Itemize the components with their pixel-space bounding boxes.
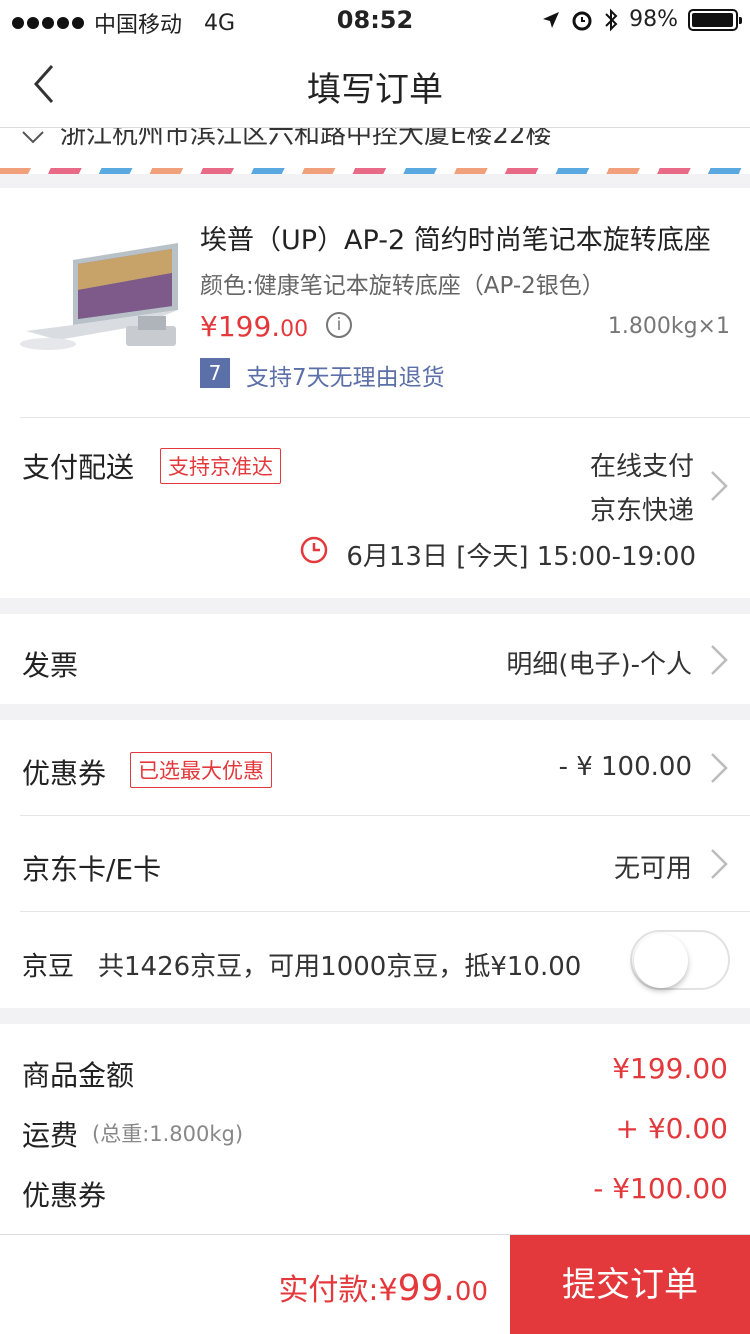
return-badge-icon: 7	[200, 358, 230, 388]
page-title: 填写订单	[307, 70, 443, 110]
divider	[20, 815, 750, 816]
order-item-card: 埃普（UP）AP-2 简约时尚笔记本旋转底座 颜色:健康笔记本旋转底座（AP-2…	[0, 188, 750, 598]
airmail-border	[0, 168, 750, 174]
nav-bar: 填写订单	[0, 40, 750, 128]
product-price: ¥199.00	[200, 310, 308, 343]
toggle-knob	[634, 934, 688, 988]
invoice-value: 明细(电子)-个人	[506, 650, 692, 680]
status-bar: 中国移动 4G 08:52 98%	[0, 0, 750, 40]
product-weight-qty: 1.800kg×1	[607, 314, 730, 339]
battery-icon	[688, 8, 742, 31]
delivery-time: 6月13日 [今天] 15:00-19:00	[346, 542, 696, 572]
discounts-card: 优惠券 已选最大优惠 - ¥ 100.00 京东卡/E卡 无可用 京豆 共142…	[0, 720, 750, 1008]
chevron-right-icon	[711, 645, 728, 675]
battery-percent: 98%	[629, 7, 678, 32]
submit-order-button[interactable]: 提交订单	[510, 1235, 750, 1334]
bluetooth-icon	[605, 8, 618, 31]
pay-main: 99.	[397, 1268, 455, 1309]
product-image[interactable]	[18, 228, 182, 358]
jdcard-value: 无可用	[613, 854, 692, 884]
coupon-summary-label: 优惠券	[22, 1179, 107, 1212]
freight-weight-note: (总重:1.800kg)	[92, 1122, 244, 1146]
alarm-icon	[572, 11, 592, 30]
chevron-right-icon	[711, 471, 728, 501]
jingzhunda-tag: 支持京准达	[160, 448, 281, 484]
invoice-label: 发票	[22, 649, 79, 682]
best-discount-tag: 已选最大优惠	[130, 752, 272, 788]
actual-payment: 实付款:¥99.00	[278, 1265, 488, 1309]
jingdou-label: 京豆	[22, 952, 75, 982]
price-summary: 商品金额 ¥199.00 运费 (总重:1.800kg) + ¥0.00 优惠券…	[0, 1024, 750, 1234]
jingdou-toggle[interactable]	[630, 930, 730, 990]
clock-icon	[300, 536, 328, 564]
goods-amount-value: ¥199.00	[612, 1052, 728, 1085]
chevron-right-icon	[711, 849, 728, 879]
product-name[interactable]: 埃普（UP）AP-2 简约时尚笔记本旋转底座	[200, 218, 720, 257]
invoice-row[interactable]: 发票 明细(电子)-个人	[0, 614, 750, 704]
jdcard-label: 京东卡/E卡	[22, 853, 162, 886]
courier-name: 京东快递	[589, 496, 694, 526]
goods-amount-label: 商品金额	[22, 1059, 135, 1092]
location-arrow-icon	[543, 11, 560, 28]
coupon-label: 优惠券	[22, 757, 107, 790]
jingdou-text: 共1426京豆，可用1000京豆，抵¥10.00	[98, 952, 582, 982]
checkout-bar: 实付款:¥99.00 提交订单	[0, 1234, 750, 1334]
divider	[20, 911, 750, 912]
chevron-right-icon	[711, 753, 728, 783]
pay-decimal: 00	[454, 1277, 488, 1307]
coupon-value: - ¥ 100.00	[558, 752, 692, 782]
product-spec: 颜色:健康笔记本旋转底座（AP-2银色）	[200, 273, 605, 299]
price-main: ¥199.	[200, 310, 281, 343]
divider	[20, 417, 750, 418]
return-policy-text: 支持7天无理由退货	[246, 365, 445, 391]
freight-value: + ¥0.00	[615, 1112, 728, 1145]
payment-method: 在线支付	[589, 452, 694, 482]
coupon-summary-value: - ¥100.00	[593, 1172, 728, 1205]
payment-delivery-label: 支付配送	[22, 451, 135, 484]
price-decimal: 00	[280, 317, 309, 342]
pay-label: 实付款:¥	[278, 1273, 398, 1308]
freight-label: 运费	[22, 1119, 79, 1152]
info-icon[interactable]: i	[326, 312, 352, 338]
